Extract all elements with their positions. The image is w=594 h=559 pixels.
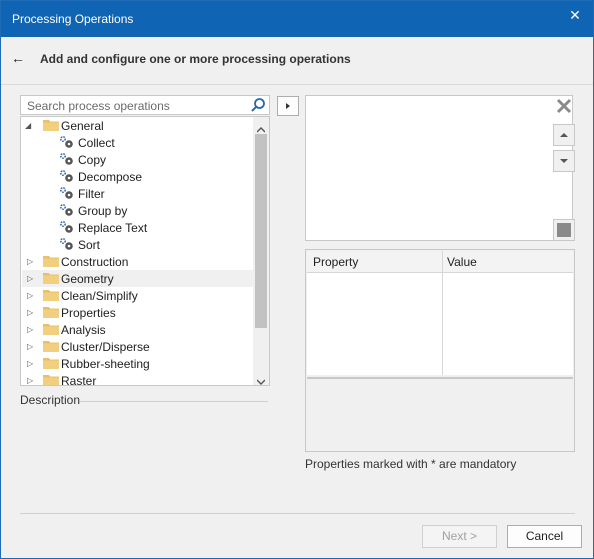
close-icon[interactable]: ✕ (567, 7, 583, 23)
delete-x-icon (556, 98, 572, 114)
folder-icon (43, 340, 59, 352)
mandatory-note: Properties marked with * are mandatory (305, 457, 517, 471)
processing-operations-dialog: Processing Operations ✕ ← Add and config… (0, 0, 594, 559)
expand-icon[interactable]: ▷ (27, 308, 35, 317)
tree-label: Decompose (78, 170, 143, 184)
tree-node-sort[interactable]: Sort (22, 236, 254, 253)
tree-label: Raster (61, 374, 97, 386)
operation-gear-icon (59, 169, 75, 184)
folder-icon (43, 272, 59, 284)
title-bar: Processing Operations ✕ (1, 1, 593, 37)
tree-node-properties[interactable]: ▷ Properties (22, 304, 254, 321)
operations-tree[interactable]: ◢ General Collect Copy Decompose Filter (20, 116, 270, 386)
tree-label: Group by (78, 204, 128, 218)
tree-node-collect[interactable]: Collect (22, 134, 254, 151)
search-input[interactable]: Search process operations (20, 95, 270, 115)
remove-operation-button[interactable] (553, 95, 575, 117)
property-grid[interactable]: Property Value (305, 249, 575, 452)
description-section: Description (20, 392, 270, 408)
add-operation-button[interactable] (277, 96, 299, 116)
tree-label: Collect (78, 136, 115, 150)
tree-node-construction[interactable]: ▷ Construction (22, 253, 254, 270)
expand-icon[interactable]: ▷ (27, 376, 35, 385)
selected-operations-list[interactable] (305, 95, 573, 241)
folder-icon (43, 374, 59, 385)
search-placeholder: Search process operations (27, 99, 170, 113)
tree-label: General (61, 119, 104, 133)
operation-gear-icon (59, 135, 75, 150)
arrow-right-icon (286, 103, 290, 109)
description-divider (80, 401, 268, 402)
tree-node-group-by[interactable]: Group by (22, 202, 254, 219)
scrollbar-thumb[interactable] (255, 134, 267, 328)
folder-icon (43, 119, 59, 131)
window-title: Processing Operations (12, 12, 134, 26)
tree-label: Geometry (61, 272, 114, 286)
stop-button[interactable] (553, 219, 575, 241)
expand-icon[interactable]: ▷ (27, 274, 35, 283)
expand-icon[interactable]: ▷ (27, 342, 35, 351)
property-table: Property Value (307, 251, 573, 375)
tree-label: Clean/Simplify (61, 289, 138, 303)
tree-label: Properties (61, 306, 116, 320)
tree-label: Analysis (61, 323, 106, 337)
cancel-button[interactable]: Cancel (507, 525, 582, 548)
collapse-icon[interactable]: ◢ (25, 121, 33, 130)
property-grid-header: Property Value (307, 251, 573, 273)
column-header-value: Value (447, 255, 477, 269)
description-label: Description (20, 393, 81, 407)
move-down-icon (560, 159, 568, 163)
tree-node-filter[interactable]: Filter (22, 185, 254, 202)
tree-node-analysis[interactable]: ▷ Analysis (22, 321, 254, 338)
folder-icon (43, 357, 59, 369)
expand-icon[interactable]: ▷ (27, 257, 35, 266)
property-description-splitter[interactable] (307, 377, 573, 379)
tree-node-raster[interactable]: ▷ Raster (22, 372, 254, 386)
scroll-down-icon[interactable] (256, 374, 266, 385)
operation-gear-icon (59, 152, 75, 167)
tree-label: Cluster/Disperse (61, 340, 150, 354)
folder-icon (43, 306, 59, 318)
footer-divider (20, 513, 575, 514)
tree-scrollbar[interactable] (253, 117, 269, 385)
tree-node-copy[interactable]: Copy (22, 151, 254, 168)
back-arrow-icon[interactable]: ← (11, 50, 25, 66)
next-button[interactable]: Next > (422, 525, 497, 548)
tree-node-geometry[interactable]: ▷ Geometry (22, 270, 254, 287)
column-header-property: Property (313, 255, 359, 269)
content-area: Search process operations ◢ General Coll… (1, 86, 593, 558)
operation-gear-icon (59, 186, 75, 201)
expand-icon[interactable]: ▷ (27, 325, 35, 334)
tree-node-cluster-disperse[interactable]: ▷ Cluster/Disperse (22, 338, 254, 355)
tree-label: Filter (78, 187, 105, 201)
move-up-icon (560, 133, 568, 137)
tree-node-clean-simplify[interactable]: ▷ Clean/Simplify (22, 287, 254, 304)
operation-gear-icon (59, 220, 75, 235)
scroll-up-icon[interactable] (256, 122, 266, 133)
expand-icon[interactable]: ▷ (27, 291, 35, 300)
move-down-button[interactable] (553, 150, 575, 172)
folder-icon (43, 255, 59, 267)
operation-gear-icon (59, 237, 75, 252)
search-icon[interactable] (250, 97, 266, 113)
tree-node-replace-text[interactable]: Replace Text (22, 219, 254, 236)
tree-label: Rubber-sheeting (61, 357, 150, 371)
page-heading: Add and configure one or more processing… (40, 52, 351, 66)
operation-gear-icon (59, 203, 75, 218)
folder-icon (43, 323, 59, 335)
expand-icon[interactable]: ▷ (27, 359, 35, 368)
folder-icon (43, 289, 59, 301)
column-divider[interactable] (442, 251, 443, 375)
tree-node-decompose[interactable]: Decompose (22, 168, 254, 185)
stop-square-icon (557, 223, 571, 237)
move-up-button[interactable] (553, 124, 575, 146)
wizard-header: ← Add and configure one or more processi… (1, 37, 593, 85)
tree-node-general[interactable]: ◢ General (22, 117, 254, 134)
tree-label: Replace Text (78, 221, 148, 235)
tree-label: Copy (78, 153, 107, 167)
tree-label: Construction (61, 255, 129, 269)
tree-label: Sort (78, 238, 101, 252)
tree-node-rubber-sheeting[interactable]: ▷ Rubber-sheeting (22, 355, 254, 372)
